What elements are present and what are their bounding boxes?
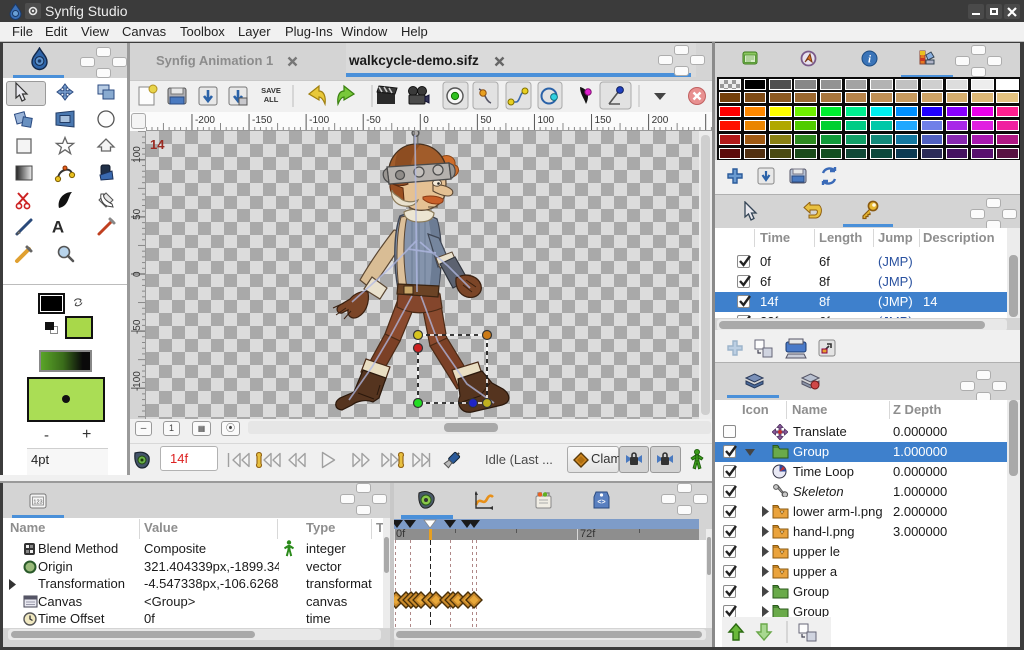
svg-text:A: A [52,218,64,237]
svg-text:150: 150 [595,115,612,126]
svg-text:200: 200 [652,115,669,126]
svg-text:-100: -100 [132,371,143,391]
svg-text:-50: -50 [366,115,381,126]
svg-text:100: 100 [132,146,143,163]
svg-text:-150: -150 [252,115,272,126]
svg-text:ALL: ALL [264,95,279,104]
svg-text:SAVE: SAVE [261,86,281,95]
svg-text:14: 14 [150,137,165,152]
svg-text:100: 100 [537,115,554,126]
svg-text:123: 123 [33,500,42,506]
svg-text:50: 50 [132,208,143,220]
svg-text:<>: <> [597,499,605,506]
svg-text:50: 50 [480,115,492,126]
svg-text:-100: -100 [309,115,329,126]
svg-text:-200: -200 [195,115,215,126]
svg-text:-50: -50 [132,319,143,334]
svg-text:0: 0 [423,115,429,126]
svg-text:0: 0 [132,271,143,277]
